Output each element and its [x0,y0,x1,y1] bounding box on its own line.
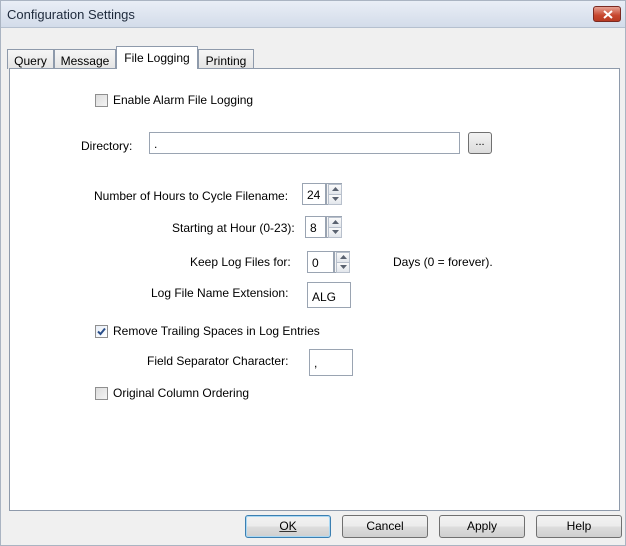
spin-down-button[interactable] [328,194,342,205]
keep-log-files-hint: Days (0 = forever). [393,255,493,269]
field-separator-label: Field Separator Character: [147,354,289,368]
enable-alarm-file-logging-label: Enable Alarm File Logging [113,93,254,107]
arrow-up-icon [332,187,339,191]
arrow-up-icon [332,220,339,224]
browse-directory-button[interactable]: ... [468,132,492,154]
spin-down-button[interactable] [336,262,350,273]
cancel-button[interactable]: Cancel [342,515,428,538]
tab-query[interactable]: Query [7,49,54,69]
title-bar[interactable]: Configuration Settings [1,1,625,28]
file-logging-panel: Enable Alarm File Logging Directory: . .… [9,68,620,511]
help-button[interactable]: Help [536,515,622,538]
arrow-down-icon [340,265,347,269]
ok-button-label: OK [279,519,297,533]
tab-printing[interactable]: Printing [198,49,254,69]
arrow-up-icon [340,255,347,259]
arrow-down-icon [332,197,339,201]
close-button[interactable] [593,6,621,22]
window-title: Configuration Settings [7,7,135,22]
original-column-ordering-label: Original Column Ordering [113,386,250,400]
hours-to-cycle-input[interactable]: 24 [302,183,326,205]
close-icon [603,10,613,19]
keep-log-files-spinner[interactable] [334,251,350,273]
enable-alarm-file-logging-checkbox[interactable] [95,94,108,107]
original-column-ordering-checkbox[interactable] [95,387,108,400]
apply-button[interactable]: Apply [439,515,525,538]
remove-trailing-spaces-checkbox[interactable] [95,325,108,338]
extension-input[interactable]: ALG [307,282,351,308]
configuration-settings-dialog: Configuration Settings Query Message Fil… [0,0,626,546]
ok-button[interactable]: OK [245,515,331,538]
starting-hour-input[interactable]: 8 [305,216,326,238]
directory-label: Directory: [81,139,133,153]
field-separator-input[interactable]: , [309,349,353,376]
check-icon [97,327,106,336]
starting-hour-spinner[interactable] [326,216,342,238]
tab-message[interactable]: Message [54,49,116,69]
directory-input[interactable]: . [149,132,460,154]
keep-log-files-input[interactable]: 0 [307,251,334,273]
hours-to-cycle-spinner[interactable] [326,183,342,205]
tab-file-logging[interactable]: File Logging [116,46,198,69]
hours-to-cycle-label: Number of Hours to Cycle Filename: [94,189,289,203]
starting-hour-label: Starting at Hour (0-23): [172,221,295,235]
extension-label: Log File Name Extension: [151,286,289,300]
remove-trailing-spaces-label: Remove Trailing Spaces in Log Entries [113,324,320,338]
arrow-down-icon [332,230,339,234]
spin-down-button[interactable] [328,227,342,238]
keep-log-files-label: Keep Log Files for: [190,255,291,269]
